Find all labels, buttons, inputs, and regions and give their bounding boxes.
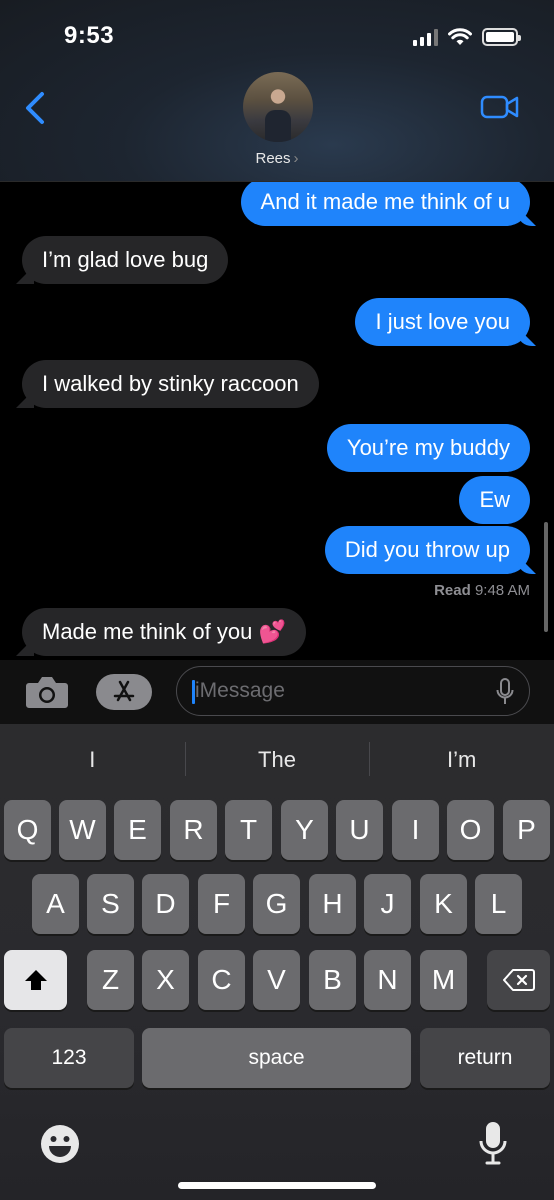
key-r[interactable]: R: [170, 800, 217, 860]
key-x[interactable]: X: [142, 950, 189, 1010]
text-cursor: [192, 680, 195, 704]
key-i[interactable]: I: [392, 800, 439, 860]
wifi-icon: [448, 28, 472, 45]
key-m[interactable]: M: [420, 950, 467, 1010]
message-bubble-sent[interactable]: I just love you: [355, 298, 530, 346]
keyboard: I The I’m Q W E R T Y U I O P A S D F G …: [0, 724, 554, 1200]
message-bubble-received[interactable]: I walked by stinky raccoon: [22, 360, 319, 408]
home-indicator[interactable]: [178, 1182, 376, 1189]
back-chevron-icon[interactable]: [20, 90, 50, 126]
read-time: 9:48 AM: [474, 582, 530, 599]
key-q[interactable]: Q: [4, 800, 51, 860]
key-u[interactable]: U: [336, 800, 383, 860]
key-w[interactable]: W: [59, 800, 106, 860]
key-z[interactable]: Z: [87, 950, 134, 1010]
key-d[interactable]: D: [142, 874, 189, 934]
suggestion-item[interactable]: I: [0, 736, 185, 784]
battery-icon: [482, 28, 521, 46]
imessage-input[interactable]: [176, 666, 530, 716]
message-bubble-sent[interactable]: You’re my buddy: [326, 424, 530, 472]
key-o[interactable]: O: [447, 800, 494, 860]
camera-icon[interactable]: [24, 674, 70, 710]
message-bubble-received[interactable]: I’m glad love bug: [22, 236, 229, 284]
read-label: Read: [434, 582, 471, 599]
chevron-right-icon: ›: [293, 150, 299, 167]
status-time: 9:53: [64, 22, 115, 49]
video-camera-icon[interactable]: [480, 94, 520, 120]
key-b[interactable]: B: [309, 950, 356, 1010]
contact-name-button[interactable]: Rees ›: [0, 150, 554, 167]
message-input-bar: [0, 660, 554, 724]
key-l[interactable]: L: [475, 874, 522, 934]
shift-key[interactable]: [4, 950, 67, 1010]
shift-icon: [24, 970, 47, 990]
suggestion-item[interactable]: I’m: [369, 736, 554, 784]
message-bubble-sent[interactable]: Ew: [459, 476, 530, 524]
key-j[interactable]: J: [364, 874, 411, 934]
delete-key[interactable]: [487, 950, 550, 1010]
message-thread[interactable]: And it made me think of u I’m glad love …: [0, 182, 554, 660]
contact-name: Rees: [255, 150, 291, 167]
key-g[interactable]: G: [253, 874, 300, 934]
contact-avatar[interactable]: [243, 72, 313, 142]
key-a[interactable]: A: [32, 874, 79, 934]
microphone-icon[interactable]: [496, 678, 514, 706]
scrollbar[interactable]: [544, 522, 548, 632]
key-k[interactable]: K: [420, 874, 467, 934]
message-bubble-sent[interactable]: And it made me think of u: [240, 182, 530, 226]
key-e[interactable]: E: [114, 800, 161, 860]
app-store-glyph-icon: [113, 680, 135, 702]
key-h[interactable]: H: [309, 874, 356, 934]
dictation-icon[interactable]: [478, 1120, 508, 1166]
suggestion-item[interactable]: The: [184, 736, 370, 784]
key-y[interactable]: Y: [281, 800, 328, 860]
key-f[interactable]: F: [198, 874, 245, 934]
message-bubble-sent[interactable]: Did you throw up: [324, 526, 530, 574]
predictive-suggestions: I The I’m: [0, 736, 554, 784]
cellular-signal-icon: [413, 28, 438, 46]
conversation-header: 9:53 Rees ›: [0, 0, 554, 182]
key-s[interactable]: S: [87, 874, 134, 934]
message-bubble-received[interactable]: Made me think of you 💕: [22, 608, 306, 656]
numbers-key[interactable]: 123: [4, 1028, 134, 1088]
app-store-icon[interactable]: [96, 674, 152, 710]
emoji-icon[interactable]: [40, 1124, 80, 1164]
space-key[interactable]: space: [142, 1028, 411, 1088]
return-key[interactable]: return: [420, 1028, 550, 1088]
delete-icon: [502, 969, 535, 991]
key-t[interactable]: T: [225, 800, 272, 860]
key-p[interactable]: P: [503, 800, 550, 860]
key-c[interactable]: C: [198, 950, 245, 1010]
key-n[interactable]: N: [364, 950, 411, 1010]
status-icons: [413, 26, 521, 46]
key-v[interactable]: V: [253, 950, 300, 1010]
read-receipt: Read 9:48 AM: [434, 582, 530, 599]
